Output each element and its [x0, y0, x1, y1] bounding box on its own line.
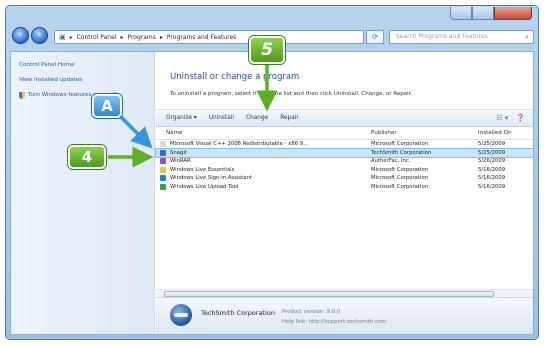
callout-4-badge: 4	[68, 145, 106, 169]
callout-a-arrow	[116, 112, 153, 149]
callout-5-badge: 5	[249, 36, 285, 64]
callout-a-badge: A	[92, 94, 122, 118]
